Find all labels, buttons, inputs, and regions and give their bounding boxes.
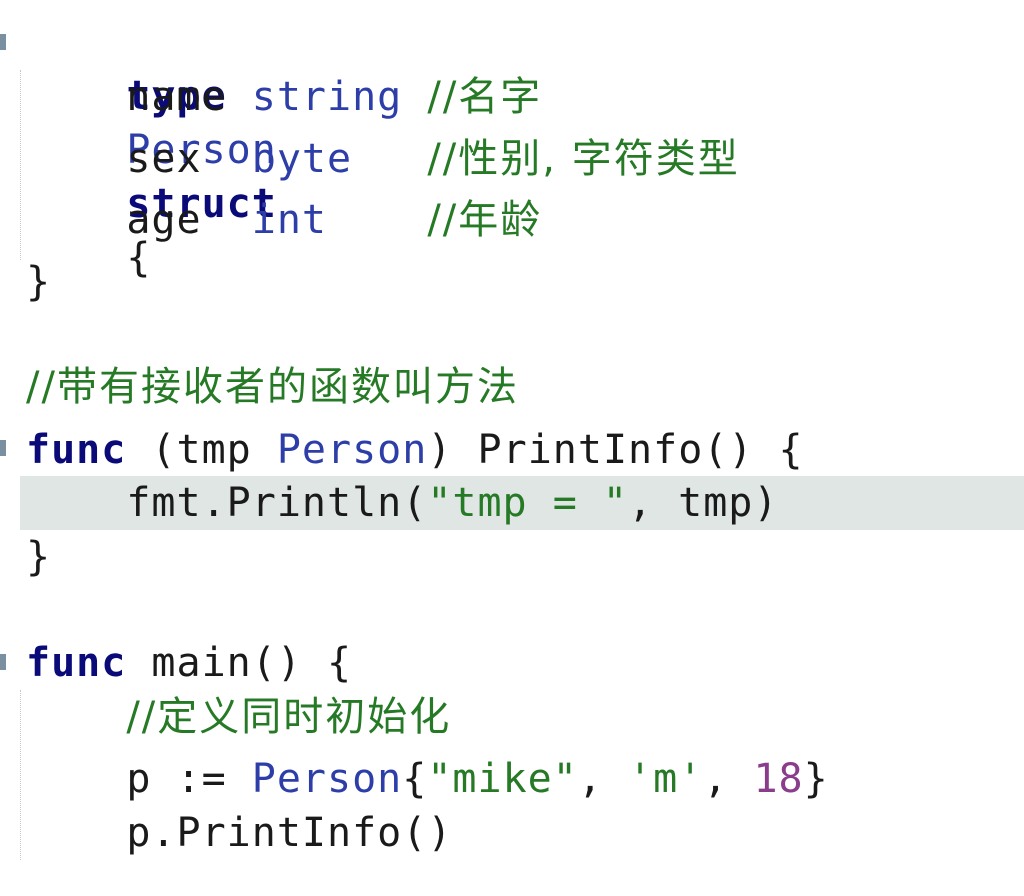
code-line-4[interactable]: age int //年龄 <box>26 193 542 247</box>
code-line-15[interactable]: p.PrintInfo() <box>26 806 452 860</box>
close-brace: } <box>26 534 52 580</box>
code-line-13[interactable]: //定义同时初始化 <box>26 690 451 744</box>
keyword-func: func <box>26 640 127 686</box>
code-editor[interactable]: type Person struct { name string //名字 se… <box>0 0 1024 896</box>
code-line-12[interactable]: func main() { <box>26 636 352 690</box>
keyword-func: func <box>26 427 127 473</box>
indent-guide <box>20 70 21 260</box>
code-line-3[interactable]: sex byte //性别, 字符类型 <box>26 132 740 186</box>
code-line-14[interactable]: p := Person{"mike", 'm', 18} <box>26 752 829 806</box>
code-line-1[interactable]: type Person struct { <box>26 15 277 281</box>
comment: //名字 <box>427 74 543 120</box>
code-line-8[interactable]: func (tmp Person) PrintInfo() { <box>26 423 804 477</box>
receiver-open: (tmp <box>151 427 277 473</box>
call-expr: fmt.Println( <box>126 480 428 526</box>
field-type: byte <box>251 136 353 182</box>
receiver-close: ) <box>427 427 453 473</box>
method-call: p.PrintInfo() <box>126 810 453 856</box>
fold-marker-icon[interactable] <box>0 34 6 50</box>
field-name: name <box>126 74 227 120</box>
field-type: string <box>251 74 403 120</box>
code-line-2[interactable]: name string //名字 <box>26 70 542 124</box>
fold-marker-icon[interactable] <box>0 654 6 670</box>
close-brace: } <box>26 259 52 305</box>
code-line-7[interactable]: //带有接收者的函数叫方法 <box>26 360 519 414</box>
call-args: , tmp) <box>627 480 779 526</box>
indent-guide <box>20 690 21 860</box>
number-literal: 18 <box>753 756 804 802</box>
main-signature: main() { <box>151 640 353 686</box>
separator: , <box>577 756 629 802</box>
code-line-9[interactable]: fmt.Println("tmp = ", tmp) <box>26 476 778 530</box>
comment: //带有接收者的函数叫方法 <box>26 364 519 410</box>
code-line-10[interactable]: } <box>26 530 51 584</box>
field-name: age <box>126 197 202 243</box>
assign-lhs: p := <box>126 756 252 802</box>
receiver-type: Person <box>276 427 428 473</box>
comment: //性别, 字符类型 <box>427 136 740 182</box>
struct-type: Person <box>251 756 403 802</box>
open-brace: { <box>402 756 428 802</box>
string-literal: "mike" <box>427 756 578 802</box>
separator: , <box>703 756 754 802</box>
fold-marker-icon[interactable] <box>0 440 6 456</box>
field-name: sex <box>126 136 202 182</box>
comment: //年龄 <box>427 197 543 243</box>
field-type: int <box>251 197 327 243</box>
close-brace: } <box>803 756 829 802</box>
rune-literal: 'm' <box>628 756 704 802</box>
comment: //定义同时初始化 <box>126 694 452 740</box>
method-signature: PrintInfo() { <box>477 427 804 473</box>
code-line-5[interactable]: } <box>26 255 51 309</box>
string-literal: "tmp = " <box>427 480 628 526</box>
